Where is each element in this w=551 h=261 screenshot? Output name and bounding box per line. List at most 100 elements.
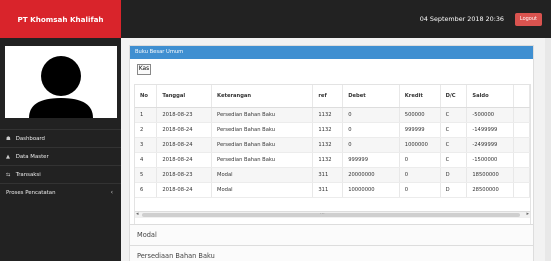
table-cell: -1500000 xyxy=(466,152,515,168)
column-header-empty xyxy=(513,85,530,108)
table-cell: D xyxy=(440,167,468,183)
sidebar-item-label: Dashboard xyxy=(15,136,45,142)
table-cell: 0 xyxy=(399,152,441,168)
page-scrollbar[interactable] xyxy=(545,38,551,261)
column-header[interactable]: ref xyxy=(312,85,344,108)
table-cell: 10000000 xyxy=(342,182,400,198)
column-header[interactable]: Tanggal xyxy=(156,85,213,108)
column-header[interactable]: No xyxy=(135,85,158,108)
table-row: 4 2018-08-24 Persedian Bahan Baku 1132 9… xyxy=(135,152,530,168)
table-cell-empty xyxy=(513,167,530,183)
table-cell: 0 xyxy=(399,167,441,183)
sidebar-item-dashboard[interactable]: ☗ Dashboard xyxy=(0,129,121,147)
column-header[interactable]: Saldo xyxy=(466,85,515,108)
scrollbar-thumb[interactable] xyxy=(142,213,520,217)
user-avatar-icon xyxy=(29,56,93,118)
table-row: 6 2018-08-24 Modal 311 10000000 0 D 2850… xyxy=(135,182,530,198)
table-cell: -1499999 xyxy=(466,122,515,138)
table-cell: D xyxy=(440,182,468,198)
table-cell: 999999 xyxy=(399,122,441,138)
table-cell: 20000000 xyxy=(342,167,400,183)
panel-title: Buku Besar Umum xyxy=(130,46,533,59)
table-cell: 28500000 xyxy=(466,182,515,198)
scroll-right-icon[interactable]: ▸ xyxy=(526,211,529,217)
table-cell: 1 xyxy=(135,107,158,123)
table-cell: 0 xyxy=(342,107,400,123)
sidebar-item-data-master[interactable]: ▲ Data Master xyxy=(0,147,121,165)
table-cell-empty xyxy=(513,182,530,198)
table-cell: 1132 xyxy=(312,152,344,168)
table-cell-empty xyxy=(513,152,530,168)
table-cell-empty xyxy=(513,107,530,123)
table-cell: 1132 xyxy=(312,137,344,153)
exchange-icon: ⇆ xyxy=(6,172,11,178)
column-header[interactable]: D/C xyxy=(440,85,468,108)
ledger-table: No Tanggal Keterangan ref Debet Kredit D… xyxy=(135,85,530,198)
top-navbar: PT Khomsah Khalifah 04 September 2018 20… xyxy=(0,0,551,38)
table-cell: 2018-08-24 xyxy=(156,152,213,168)
horizontal-scrollbar[interactable]: ◂ ⋯ ▸ xyxy=(135,211,530,218)
table-cell: 0 xyxy=(399,182,441,198)
table-cell-empty xyxy=(513,122,530,138)
table-cell: 999999 xyxy=(342,152,400,168)
table-row: 2 2018-08-24 Persedian Bahan Baku 1132 0… xyxy=(135,122,530,138)
table-cell: 5 xyxy=(135,167,158,183)
table-cell: C xyxy=(440,152,468,168)
table-cell: 2018-08-24 xyxy=(156,137,213,153)
table-row: 1 2018-08-23 Persedian Bahan Baku 1132 0… xyxy=(135,107,530,123)
table-cell: 2018-08-24 xyxy=(156,122,213,138)
table-cell: C xyxy=(440,107,468,123)
table-cell: 2 xyxy=(135,122,158,138)
current-datetime: 04 September 2018 20:36 xyxy=(419,15,504,23)
table-cell: 2018-08-23 xyxy=(156,167,213,183)
sidebar-item-transaksi[interactable]: ⇆ Transaksi xyxy=(0,165,121,183)
sidebar-item-label: Data Master xyxy=(15,154,49,160)
table-header-row: No Tanggal Keterangan ref Debet Kredit D… xyxy=(135,85,530,108)
sidebar: ☗ Dashboard ▲ Data Master ⇆ Transaksi Pr… xyxy=(0,38,121,261)
table-cell: 0 xyxy=(342,137,400,153)
column-header[interactable]: Kredit xyxy=(399,85,441,108)
tab-kas[interactable]: Kas xyxy=(137,64,151,75)
table-cell: 500000 xyxy=(399,107,441,123)
accordion-modal[interactable]: Modal xyxy=(130,224,533,245)
table-cell: 18500000 xyxy=(466,167,515,183)
table-cell: 2018-08-23 xyxy=(156,107,213,123)
table-row: 5 2018-08-23 Modal 311 20000000 0 D 1850… xyxy=(135,167,530,183)
column-header[interactable]: Debet xyxy=(342,85,400,108)
table-cell: 311 xyxy=(312,167,344,183)
column-header[interactable]: Keterangan xyxy=(211,85,314,108)
table-cell: Persedian Bahan Baku xyxy=(211,137,314,153)
dashboard-icon: ☗ xyxy=(6,136,11,142)
table-cell: C xyxy=(440,122,468,138)
table-cell: 1132 xyxy=(312,107,344,123)
table-cell: 4 xyxy=(135,152,158,168)
avatar xyxy=(5,46,117,118)
sidebar-item-label: Proses Pencatatan xyxy=(6,190,56,196)
logout-button[interactable]: Logout xyxy=(514,13,542,26)
table-cell: -500000 xyxy=(466,107,515,123)
table-cell: 0 xyxy=(342,122,400,138)
sidebar-item-label: Transaksi xyxy=(15,172,41,178)
sidebar-item-proses-pencatatan[interactable]: Proses Pencatatan ‹ xyxy=(0,183,121,201)
scroll-grip-icon: ⋯ xyxy=(320,211,325,217)
table-row: 3 2018-08-24 Persedian Bahan Baku 1132 0… xyxy=(135,137,530,153)
scroll-left-icon[interactable]: ◂ xyxy=(136,211,139,217)
table-cell: Persedian Bahan Baku xyxy=(211,122,314,138)
ledger-panel: Buku Besar Umum Kas No Tanggal Keteranga… xyxy=(129,45,534,261)
table-cell: -2499999 xyxy=(466,137,515,153)
table-cell: Persedian Bahan Baku xyxy=(211,107,314,123)
chevron-left-icon: ‹ xyxy=(110,189,113,196)
table-cell: 1132 xyxy=(312,122,344,138)
table-cell: 2018-08-24 xyxy=(156,182,213,198)
table-cell: Persedian Bahan Baku xyxy=(211,152,314,168)
table-cell: 1000000 xyxy=(399,137,441,153)
table-cell: C xyxy=(440,137,468,153)
table-cell: 6 xyxy=(135,182,158,198)
ledger-table-container: No Tanggal Keterangan ref Debet Kredit D… xyxy=(134,84,531,228)
brand-title[interactable]: PT Khomsah Khalifah xyxy=(0,0,121,38)
table-cell-empty xyxy=(513,137,530,153)
table-cell: 3 xyxy=(135,137,158,153)
table-cell: Modal xyxy=(211,167,314,183)
table-cell: Modal xyxy=(211,182,314,198)
accordion-persediaan-bahan-baku[interactable]: Persediaan Bahan Baku xyxy=(130,245,533,261)
